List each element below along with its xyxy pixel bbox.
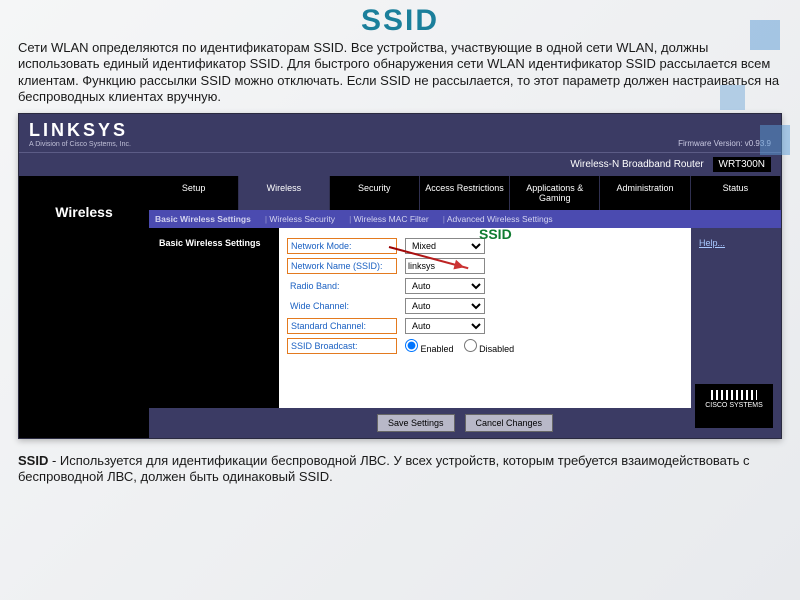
router-header: LINKSYS A Division of Cisco Systems, Inc… — [19, 114, 781, 152]
subtab-basic[interactable]: Basic Wireless Settings — [155, 214, 251, 224]
deco-square — [750, 20, 780, 50]
deco-square — [760, 125, 790, 155]
subtab-security[interactable]: Wireless Security — [265, 214, 335, 224]
wide-channel-select[interactable]: Auto — [405, 298, 485, 314]
footnote-text: - Используется для идентификации беспров… — [18, 453, 749, 484]
subtab-advanced[interactable]: Advanced Wireless Settings — [443, 214, 553, 224]
product-name: Wireless-N Broadband Router — [570, 159, 703, 170]
firmware-version: Firmware Version: v0.93.9 — [678, 139, 771, 148]
linksys-logo: LINKSYS A Division of Cisco Systems, Inc… — [29, 120, 131, 148]
broadcast-enabled-option[interactable]: Enabled — [405, 344, 454, 354]
ssid-label: Network Name (SSID): — [287, 258, 397, 274]
router-panel: LINKSYS A Division of Cisco Systems, Inc… — [18, 113, 782, 439]
logo-text: LINKSYS — [29, 120, 131, 141]
standard-channel-select[interactable]: Auto — [405, 318, 485, 334]
broadcast-disabled-radio[interactable] — [464, 339, 477, 352]
button-bar: CISCO SYSTEMS Save Settings Cancel Chang… — [149, 408, 781, 438]
main-tabs: Setup Wireless Security Access Restricti… — [149, 176, 781, 210]
ssid-broadcast-label: SSID Broadcast: — [287, 338, 397, 354]
tab-setup[interactable]: Setup — [149, 176, 239, 210]
tab-applications-gaming[interactable]: Applications & Gaming — [510, 176, 600, 210]
intro-text: Сети WLAN определяются по идентификатора… — [18, 40, 782, 105]
standard-channel-label: Standard Channel: — [287, 318, 397, 334]
network-mode-select[interactable]: Mixed — [405, 238, 485, 254]
tab-security[interactable]: Security — [330, 176, 420, 210]
tab-status[interactable]: Status — [691, 176, 781, 210]
wide-channel-label: Wide Channel: — [287, 299, 397, 313]
help-link[interactable]: Help... — [691, 228, 781, 408]
footnote-term: SSID — [18, 453, 48, 468]
save-button[interactable]: Save Settings — [377, 414, 455, 432]
radio-band-select[interactable]: Auto — [405, 278, 485, 294]
cancel-button[interactable]: Cancel Changes — [465, 414, 554, 432]
side-panel-title: Basic Wireless Settings — [155, 234, 279, 252]
logo-subtext: A Division of Cisco Systems, Inc. — [29, 141, 131, 148]
tab-administration[interactable]: Administration — [600, 176, 690, 210]
footnote: SSID - Используется для идентификации бе… — [18, 453, 782, 486]
cisco-logo: CISCO SYSTEMS — [695, 384, 773, 428]
broadcast-disabled-option[interactable]: Disabled — [464, 344, 515, 354]
tab-access-restrictions[interactable]: Access Restrictions — [420, 176, 510, 210]
radio-band-label: Radio Band: — [287, 279, 397, 293]
model-badge: WRT300N — [713, 157, 772, 172]
broadcast-enabled-radio[interactable] — [405, 339, 418, 352]
subtab-mac-filter[interactable]: Wireless MAC Filter — [349, 214, 429, 224]
model-row: Wireless-N Broadband Router WRT300N — [19, 152, 781, 176]
sub-tabs: Basic Wireless Settings Wireless Securit… — [149, 210, 781, 228]
ssid-callout: SSID — [479, 226, 512, 242]
slide-title: SSID — [18, 4, 782, 38]
section-title: Wireless — [19, 176, 149, 438]
deco-square — [720, 85, 745, 110]
tab-wireless[interactable]: Wireless — [239, 176, 329, 210]
network-mode-label: Network Mode: — [287, 238, 397, 254]
side-panel: Basic Wireless Settings — [149, 228, 279, 408]
settings-form: SSID Network Mode: Mixed Network Name (S… — [279, 228, 691, 408]
